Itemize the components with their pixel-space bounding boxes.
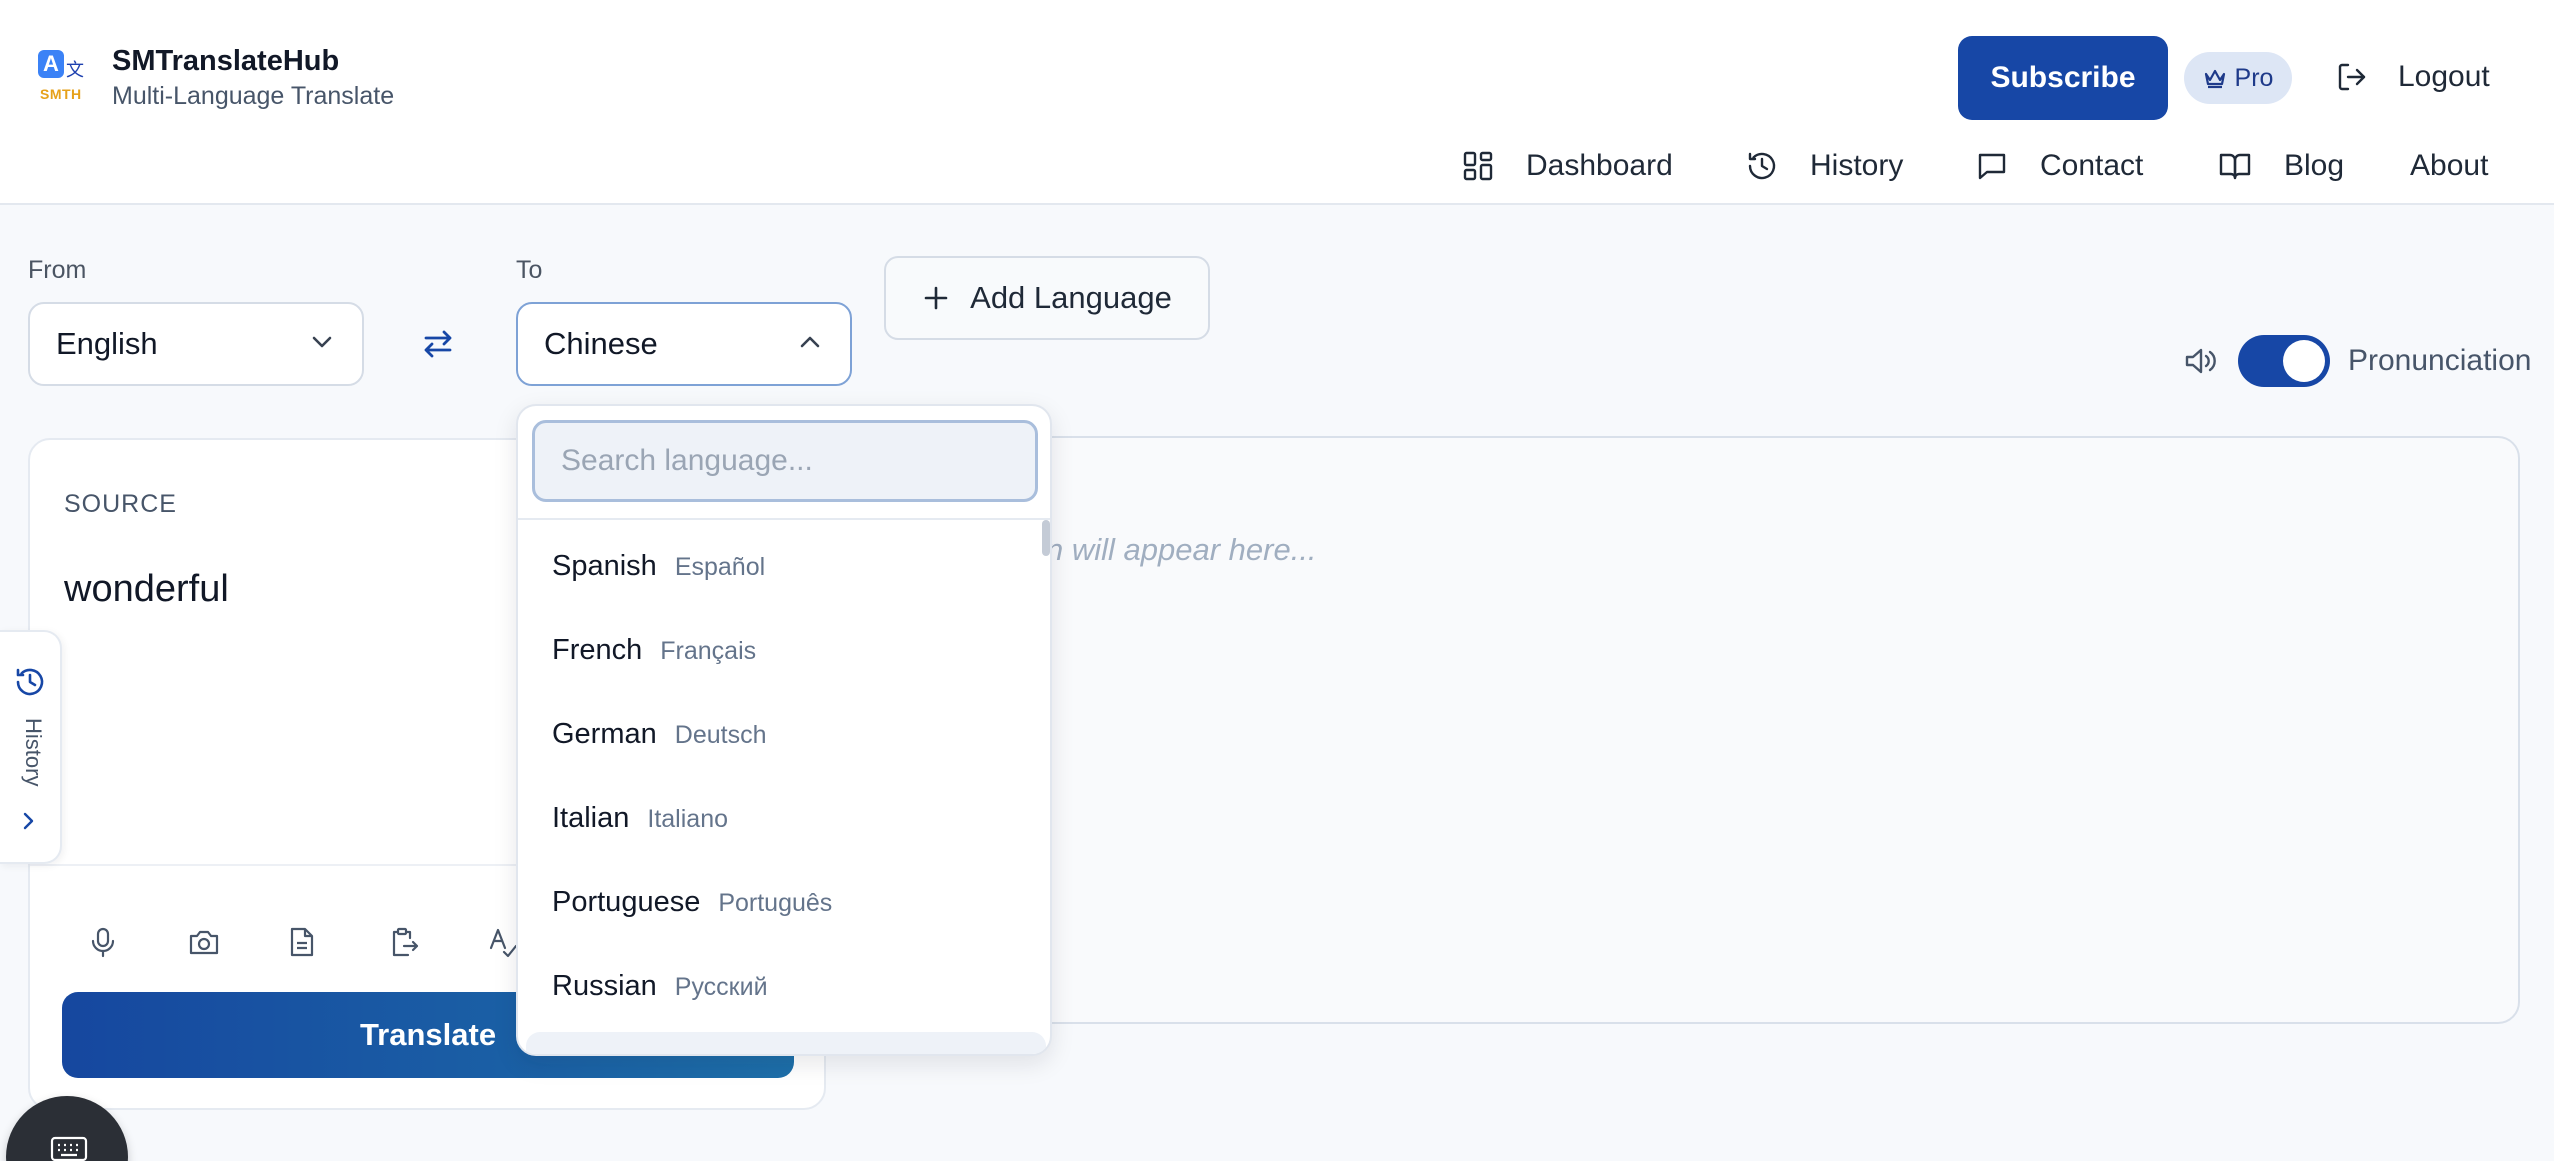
language-option-russian[interactable]: Russian Русский (518, 942, 1050, 1026)
add-language-button[interactable]: Add Language (884, 256, 1210, 340)
to-label: To (516, 256, 543, 284)
add-language-label: Add Language (970, 280, 1172, 315)
book-icon (2218, 150, 2252, 182)
brand-name: SMTranslateHub (112, 45, 340, 77)
chevron-right-icon (20, 810, 38, 832)
source-label: SOURCE (64, 490, 177, 518)
nav-dashboard[interactable]: Dashboard (1462, 142, 1673, 190)
language-native-name: Español (674, 553, 766, 581)
plus-icon (922, 284, 970, 312)
swap-languages-button[interactable] (418, 324, 458, 364)
logout-label: Logout (2398, 60, 2490, 93)
language-name: Spanish (552, 550, 657, 582)
language-search-input[interactable] (532, 420, 1038, 502)
pronunciation-control: Pronunciation (2166, 334, 2531, 388)
spell-check-icon (488, 926, 518, 958)
language-option-spanish[interactable]: Spanish Español (518, 522, 1050, 606)
paste-icon (388, 926, 420, 958)
to-language-select[interactable]: Chinese (516, 302, 852, 386)
swap-icon (418, 324, 458, 364)
voice-input-button[interactable] (88, 912, 188, 972)
language-native-name: Русский (674, 973, 768, 1001)
language-option-french[interactable]: French Français (518, 606, 1050, 690)
from-label: From (28, 256, 87, 284)
brand-tagline: Multi-Language Translate (112, 82, 395, 110)
language-search-wrap (518, 406, 1050, 520)
language-name: Portuguese (552, 886, 701, 918)
pro-badge[interactable]: Pro (2184, 52, 2292, 104)
nav-history-label: History (1810, 149, 1904, 182)
nav-contact-label: Contact (2040, 149, 2144, 182)
language-native-name: Português (718, 889, 833, 917)
microphone-icon (88, 926, 118, 958)
history-drawer-tab[interactable]: History (0, 630, 62, 864)
from-language-select[interactable]: English (28, 302, 364, 386)
source-toolbar (88, 912, 588, 972)
logout-button[interactable]: Logout (2336, 56, 2490, 98)
document-icon (288, 926, 316, 958)
subscribe-button[interactable]: Subscribe (1958, 36, 2168, 120)
logout-icon (2336, 61, 2368, 93)
brand[interactable]: A 文 SMTH SMTranslateHub Multi-Language T… (36, 44, 394, 112)
logo-text: SMTH (40, 86, 82, 102)
app-logo: A 文 SMTH (36, 50, 86, 106)
pronunciation-toggle[interactable] (2238, 335, 2330, 387)
to-language-value: Chinese (544, 326, 658, 361)
chevron-down-icon (310, 334, 334, 350)
crown-icon (2203, 67, 2235, 89)
translation-placeholder: n will appear here... (1046, 532, 1317, 567)
logo-letter: A (38, 50, 64, 78)
nav-about[interactable]: About (2410, 142, 2488, 190)
language-list: Spanish Español French Français German D… (518, 522, 1050, 1026)
language-name: French (552, 634, 643, 666)
language-dropdown: Spanish Español French Français German D… (516, 404, 1052, 1056)
toggle-knob (2283, 340, 2325, 382)
image-input-button[interactable] (188, 912, 288, 972)
brand-text: SMTranslateHub Multi-Language Translate (112, 44, 394, 112)
language-native-name: Deutsch (674, 721, 767, 749)
app-header: A 文 SMTH SMTranslateHub Multi-Language T… (0, 0, 2554, 205)
language-name: Italian (552, 802, 630, 834)
chevron-up-icon (798, 334, 822, 350)
history-icon (1746, 150, 1778, 182)
paste-button[interactable] (388, 912, 488, 972)
language-option-highlighted[interactable] (526, 1032, 1046, 1054)
nav-about-label: About (2410, 149, 2489, 182)
language-native-name: Français (660, 637, 757, 665)
message-icon (1976, 150, 2008, 182)
language-option-italian[interactable]: Italian Italiano (518, 774, 1050, 858)
source-text-input[interactable]: wonderful (64, 568, 229, 611)
document-input-button[interactable] (288, 912, 388, 972)
logo-glyph: 文 (66, 60, 84, 81)
nav-blog-label: Blog (2284, 149, 2345, 182)
language-name: German (552, 718, 657, 750)
history-icon (14, 666, 46, 698)
pronunciation-label: Pronunciation (2348, 344, 2532, 377)
camera-icon (188, 927, 220, 957)
nav-history[interactable]: History (1746, 142, 1903, 190)
language-option-portuguese[interactable]: Portuguese Português (518, 858, 1050, 942)
target-panel: n will appear here... (1000, 436, 2520, 1024)
nav-contact[interactable]: Contact (1976, 142, 2143, 190)
nav-dashboard-label: Dashboard (1526, 149, 1673, 182)
language-option-german[interactable]: German Deutsch (518, 690, 1050, 774)
speaker-icon (2184, 346, 2218, 376)
language-name: Russian (552, 970, 657, 1002)
pro-label: Pro (2234, 63, 2274, 92)
nav-blog[interactable]: Blog (2218, 142, 2344, 190)
from-language-value: English (56, 326, 158, 361)
language-native-name: Italiano (647, 805, 729, 833)
dashboard-icon (1462, 150, 1494, 182)
